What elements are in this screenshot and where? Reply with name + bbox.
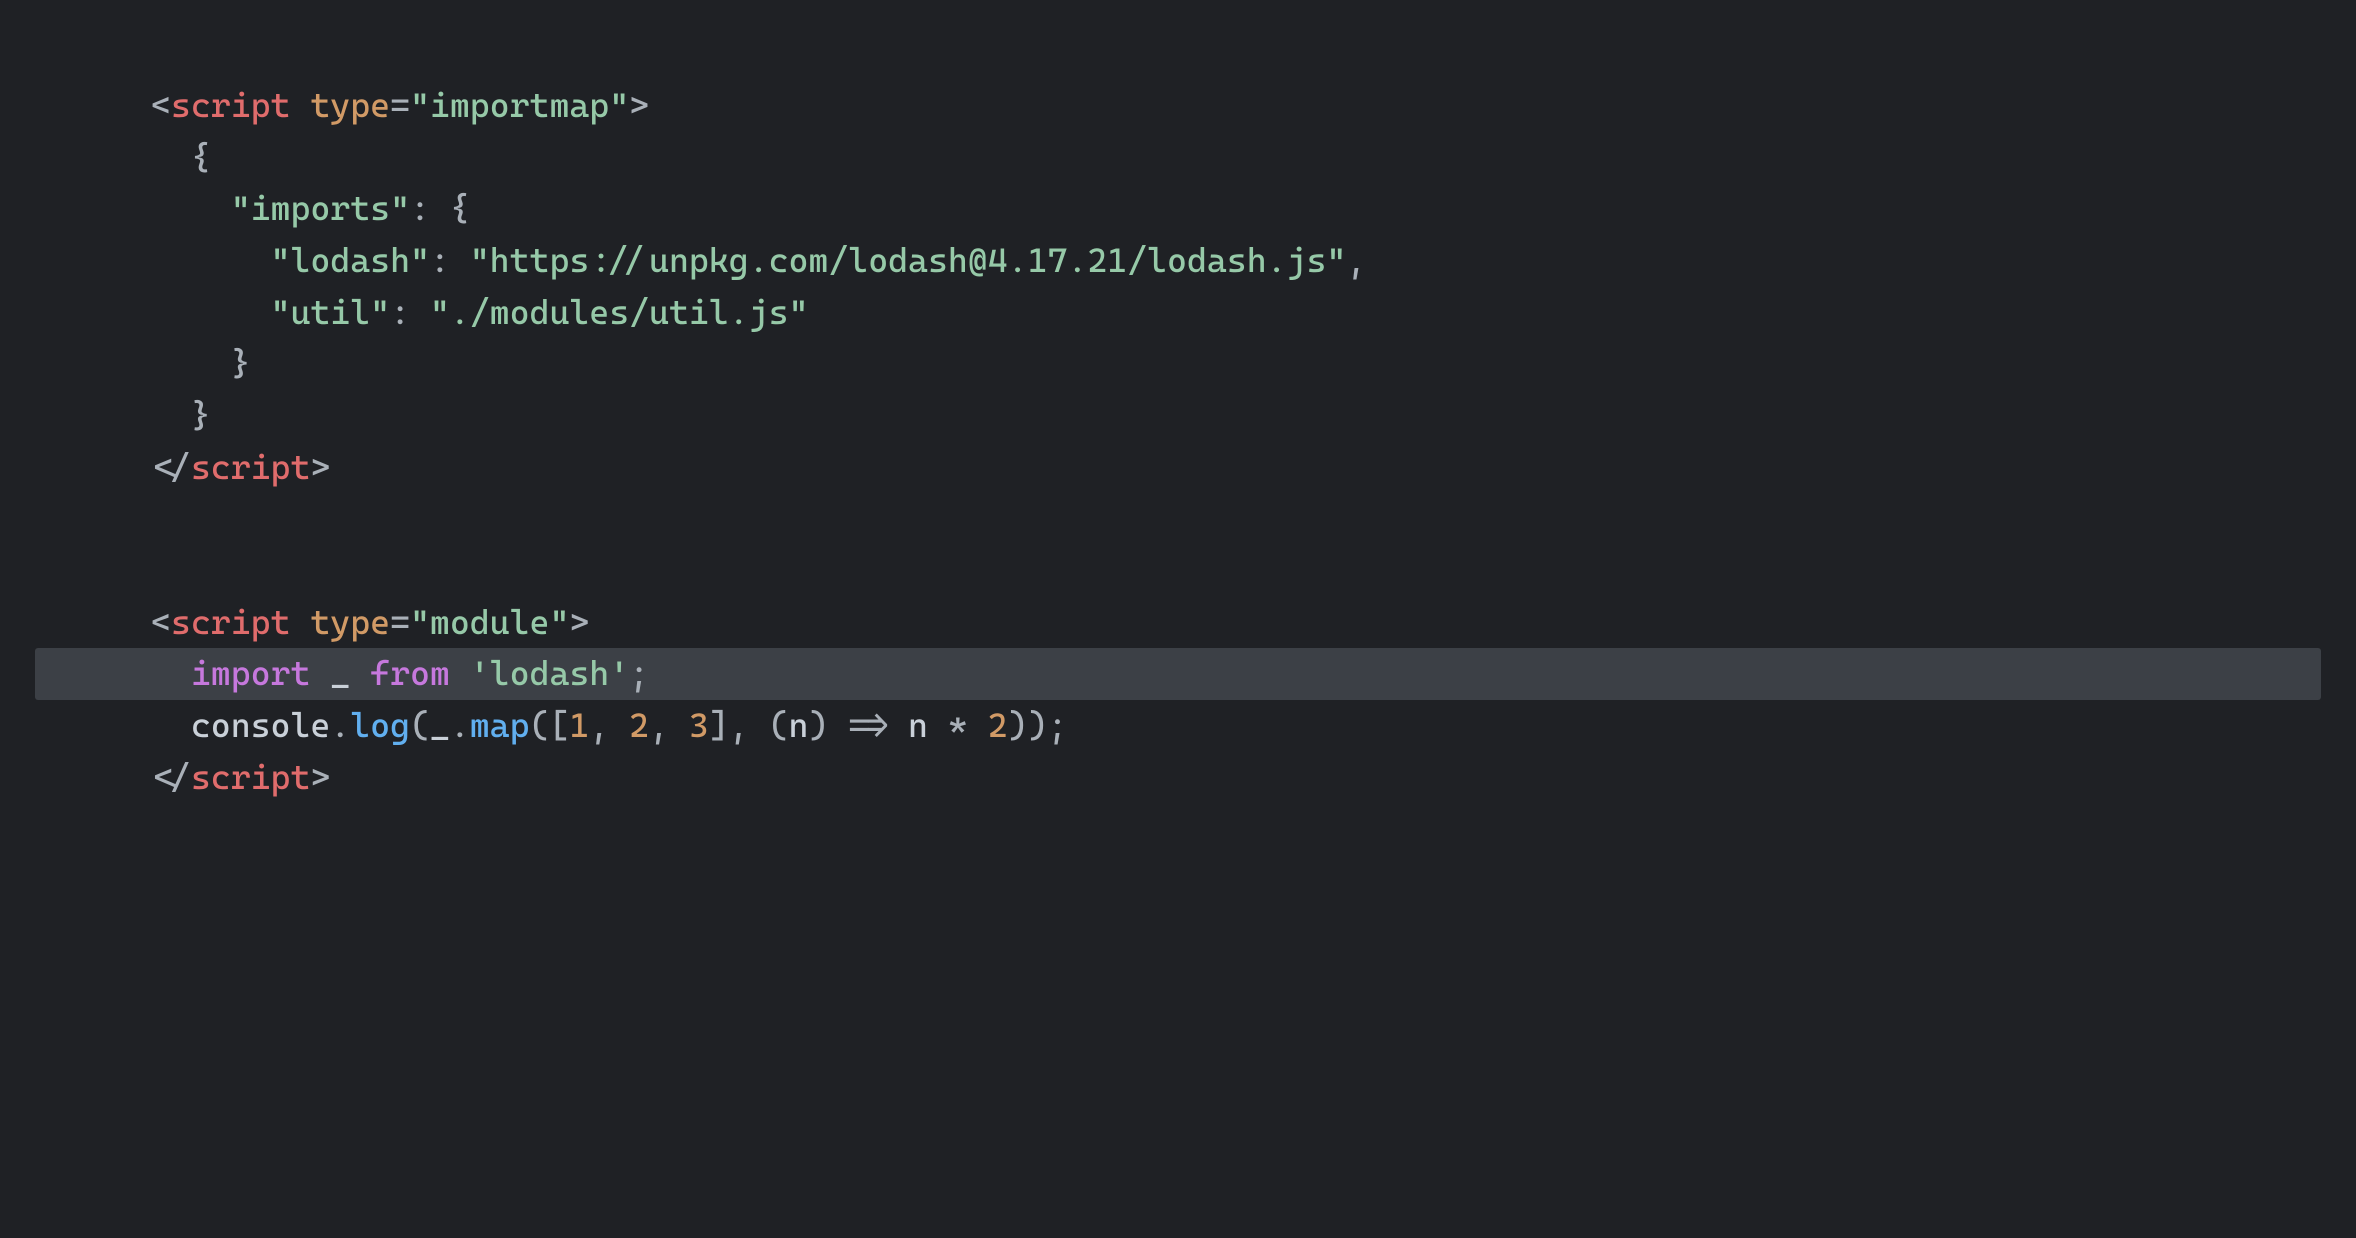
code-token: . — [450, 705, 470, 745]
code-token: log — [350, 705, 410, 745]
code-editor[interactable]: <script type="importmap"> { "imports": {… — [0, 0, 2356, 1238]
code-token — [151, 653, 191, 693]
code-token: = — [390, 602, 410, 642]
code-token: _ — [310, 653, 370, 693]
code-line[interactable]: "lodash": "https://unpkg.com/lodash@4.17… — [35, 235, 2321, 287]
code-token — [410, 292, 430, 332]
code-token: "util" — [271, 292, 391, 332]
code-token: n — [789, 705, 809, 745]
code-token: 2 — [629, 705, 649, 745]
code-token: > — [569, 602, 589, 642]
code-token: : — [390, 292, 410, 332]
code-token: 2 — [988, 705, 1008, 745]
code-line[interactable]: console.log(_.map([1, 2, 3], (n) => n * … — [35, 700, 2321, 752]
code-token: ([ — [530, 705, 570, 745]
code-token: console — [191, 705, 330, 745]
code-line[interactable]: "imports": { — [35, 183, 2321, 235]
code-line[interactable]: <script type="importmap"> — [35, 80, 2321, 132]
code-token: { — [450, 188, 470, 228]
code-token: "importmap" — [410, 85, 629, 125]
code-token: = — [390, 85, 410, 125]
code-token: script — [171, 602, 291, 642]
code-token: "lodash" — [271, 240, 430, 280]
code-line[interactable]: "util": "./modules/util.js" — [35, 287, 2321, 339]
code-line[interactable]: <script type="module"> — [35, 597, 2321, 649]
code-token — [151, 705, 191, 745]
code-token — [450, 240, 470, 280]
code-token: n — [888, 705, 948, 745]
code-token: 'lodash' — [470, 653, 629, 693]
code-line[interactable]: </script> — [35, 752, 2321, 804]
code-token — [430, 188, 450, 228]
code-token — [151, 188, 231, 228]
code-token: , — [649, 705, 689, 745]
code-line[interactable]: </script> — [35, 442, 2321, 494]
code-token: * — [948, 705, 968, 745]
code-token — [151, 343, 231, 383]
code-token: < — [151, 602, 171, 642]
code-token: => — [848, 705, 888, 745]
code-line[interactable]: { — [35, 132, 2321, 184]
code-token: } — [231, 343, 251, 383]
code-token: : — [430, 240, 450, 280]
code-token: </ — [151, 447, 191, 487]
code-line[interactable]: import _ from 'lodash'; — [35, 648, 2321, 700]
code-token: "imports" — [231, 188, 410, 228]
code-token: 3 — [689, 705, 709, 745]
code-token: script — [171, 85, 291, 125]
code-token — [151, 240, 271, 280]
code-token: > — [629, 85, 649, 125]
code-token: map — [470, 705, 530, 745]
code-token: { — [191, 137, 211, 177]
code-token: < — [151, 85, 171, 125]
code-token: ; — [629, 653, 649, 693]
code-token: "https://unpkg.com/lodash@4.17.21/lodash… — [470, 240, 1347, 280]
code-token: type — [310, 602, 390, 642]
code-token — [151, 395, 191, 435]
code-token: ], ( — [709, 705, 789, 745]
code-token: script — [191, 757, 311, 797]
code-token: ( — [410, 705, 430, 745]
code-token: )); — [1008, 705, 1068, 745]
code-token: > — [310, 757, 330, 797]
code-token — [968, 705, 988, 745]
code-token: "module" — [410, 602, 569, 642]
code-token — [151, 292, 271, 332]
code-token: , — [589, 705, 629, 745]
code-token: import — [191, 653, 311, 693]
code-token: type — [310, 85, 390, 125]
code-token: ) — [808, 705, 848, 745]
code-line[interactable]: } — [35, 338, 2321, 390]
code-token: , — [1346, 240, 1366, 280]
code-token: from — [370, 653, 450, 693]
code-token — [151, 137, 191, 177]
code-token — [450, 653, 470, 693]
code-token: 1 — [569, 705, 589, 745]
code-line[interactable] — [35, 493, 2321, 545]
code-token: "./modules/util.js" — [430, 292, 809, 332]
code-token: > — [310, 447, 330, 487]
code-token: </ — [151, 757, 191, 797]
code-token: . — [330, 705, 350, 745]
code-line[interactable]: } — [35, 390, 2321, 442]
code-token: script — [191, 447, 311, 487]
code-token — [290, 85, 310, 125]
code-token — [290, 602, 310, 642]
code-line[interactable] — [35, 545, 2321, 597]
code-token: _ — [430, 705, 450, 745]
code-token: : — [410, 188, 430, 228]
code-token: } — [191, 395, 211, 435]
